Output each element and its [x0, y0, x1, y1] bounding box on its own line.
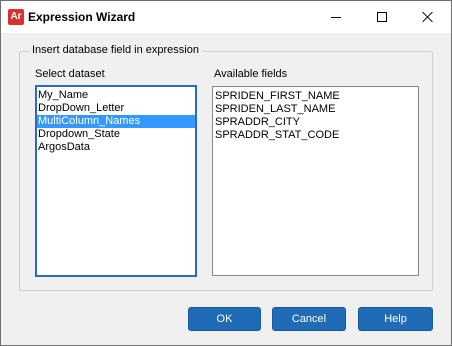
minimize-button[interactable] — [313, 1, 359, 33]
maximize-button[interactable] — [359, 1, 405, 33]
close-icon — [422, 11, 434, 23]
field-list-item[interactable]: SPRIDEN_LAST_NAME — [213, 103, 418, 116]
expression-wizard-window: Ar Expression Wizard Insert database fie… — [0, 0, 452, 346]
fields-listbox[interactable]: SPRIDEN_FIRST_NAME SPRIDEN_LAST_NAME SPRAD… — [212, 86, 419, 276]
dataset-list-item[interactable]: DropDown_Letter — [37, 102, 195, 115]
dataset-listbox[interactable]: My_Name DropDown_Letter MultiColumn_Names D… — [35, 85, 197, 277]
help-button[interactable]: Help — [358, 307, 433, 331]
field-list-item[interactable]: SPRADDR_STAT_CODE — [213, 129, 418, 142]
window-title: Expression Wizard — [28, 10, 136, 24]
close-button[interactable] — [405, 1, 451, 33]
minimize-icon — [331, 16, 341, 18]
available-fields-label: Available fields — [214, 68, 288, 80]
argos-app-icon: Ar — [8, 9, 24, 25]
maximize-icon — [377, 12, 387, 22]
title-bar[interactable]: Ar Expression Wizard — [1, 1, 451, 33]
dataset-list-item[interactable]: MultiColumn_Names — [37, 115, 195, 128]
ok-button[interactable]: OK — [188, 307, 261, 331]
dataset-list-item[interactable]: My_Name — [37, 89, 195, 102]
dataset-list-item[interactable]: ArgosData — [37, 141, 195, 154]
dataset-list-item[interactable]: Dropdown_State — [37, 128, 195, 141]
field-list-item[interactable]: SPRIDEN_FIRST_NAME — [213, 90, 418, 103]
cancel-button[interactable]: Cancel — [272, 307, 346, 331]
field-list-item[interactable]: SPRADDR_CITY — [213, 116, 418, 129]
groupbox-legend: Insert database field in expression — [29, 44, 202, 56]
select-dataset-label: Select dataset — [35, 68, 105, 80]
